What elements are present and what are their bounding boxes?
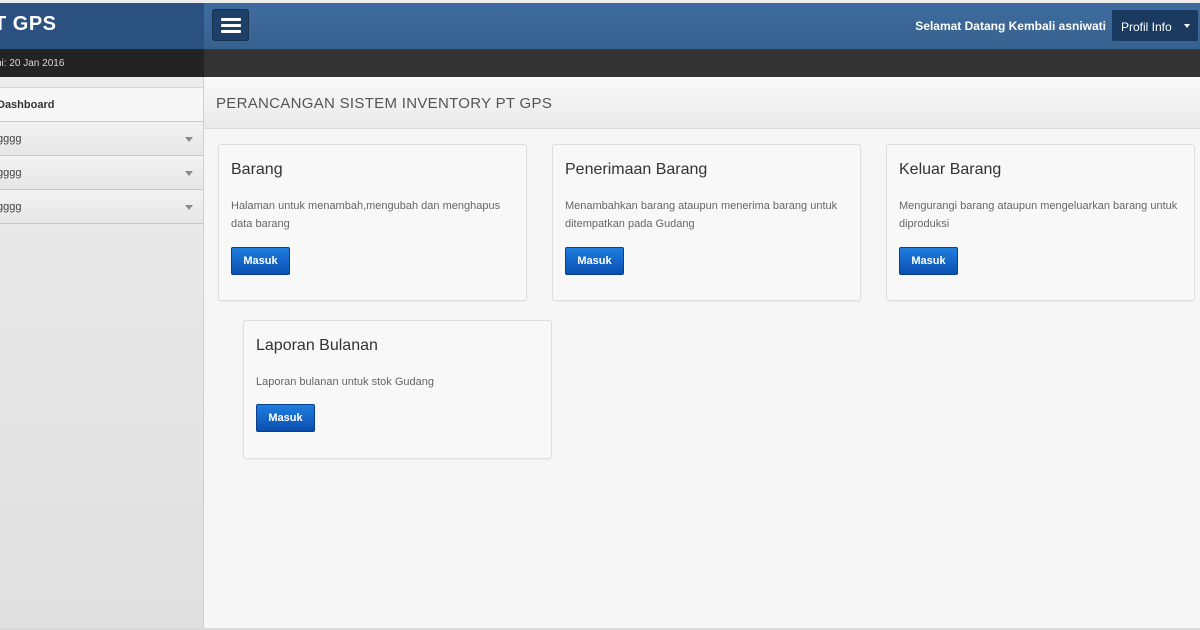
masuk-button-penerimaan[interactable]: Masuk xyxy=(565,247,624,275)
hamburger-icon xyxy=(220,17,241,21)
current-date: ni: 20 Jan 2016 xyxy=(0,58,65,69)
profile-info-label: Profil Info xyxy=(1121,20,1172,34)
date-bar: ni: 20 Jan 2016 xyxy=(0,49,204,77)
card-laporan-bulanan: Laporan Bulanan Laporan bulanan untuk st… xyxy=(243,320,552,459)
sidebar-item-label: gggg xyxy=(0,201,22,213)
chevron-down-icon xyxy=(185,171,193,176)
card-penerimaan-barang: Penerimaan Barang Menambahkan barang ata… xyxy=(552,144,861,301)
page-title: PERANCANGAN SISTEM INVENTORY PT GPS xyxy=(216,95,553,112)
sidebar-item-label: Dashboard xyxy=(0,99,55,111)
card-title: Laporan Bulanan xyxy=(256,337,378,354)
masuk-button-keluar[interactable]: Masuk xyxy=(899,247,958,275)
profile-info-dropdown[interactable]: Profil Info xyxy=(1112,10,1198,41)
page-header: PERANCANGAN SISTEM INVENTORY PT GPS xyxy=(204,77,1200,129)
caret-down-icon xyxy=(1184,24,1190,28)
menu-toggle-button[interactable] xyxy=(212,9,249,41)
sub-navbar xyxy=(204,49,1200,77)
welcome-text: Selamat Datang Kembali asniwati xyxy=(915,19,1106,33)
top-navbar: Selamat Datang Kembali asniwati Profil I… xyxy=(204,3,1200,49)
brand-logo-text[interactable]: T GPS xyxy=(0,13,57,36)
masuk-button-laporan[interactable]: Masuk xyxy=(256,404,315,432)
hamburger-icon xyxy=(220,29,241,33)
sidebar-item-menu-1[interactable]: gggg xyxy=(0,122,203,156)
card-description: Menambahkan barang ataupun menerima bara… xyxy=(565,200,838,230)
sidebar-item-dashboard[interactable]: Dashboard xyxy=(0,87,203,122)
chevron-down-icon xyxy=(185,137,193,142)
card-barang: Barang Halaman untuk menambah,mengubah d… xyxy=(218,144,527,301)
masuk-button-barang[interactable]: Masuk xyxy=(231,247,290,275)
brand-bar: T GPS xyxy=(0,3,204,49)
card-description: Laporan bulanan untuk stok Gudang xyxy=(256,376,434,388)
sidebar-item-label: gggg xyxy=(0,133,22,145)
card-title: Barang xyxy=(231,161,283,178)
card-description: Mengurangi barang ataupun mengeluarkan b… xyxy=(899,200,1178,230)
sidebar-item-menu-2[interactable]: gggg xyxy=(0,156,203,190)
card-title: Penerimaan Barang xyxy=(565,161,708,178)
sidebar-item-menu-3[interactable]: gggg xyxy=(0,190,203,224)
hamburger-icon xyxy=(220,23,241,27)
card-title: Keluar Barang xyxy=(899,161,1002,178)
card-keluar-barang: Keluar Barang Mengurangi barang ataupun … xyxy=(886,144,1195,301)
chevron-down-icon xyxy=(185,205,193,210)
main-content: PERANCANGAN SISTEM INVENTORY PT GPS Bara… xyxy=(204,77,1200,630)
sidebar: Dashboard gggg gggg gggg xyxy=(0,77,204,630)
sidebar-item-label: gggg xyxy=(0,167,22,179)
card-description: Halaman untuk menambah,mengubah dan meng… xyxy=(231,200,501,230)
